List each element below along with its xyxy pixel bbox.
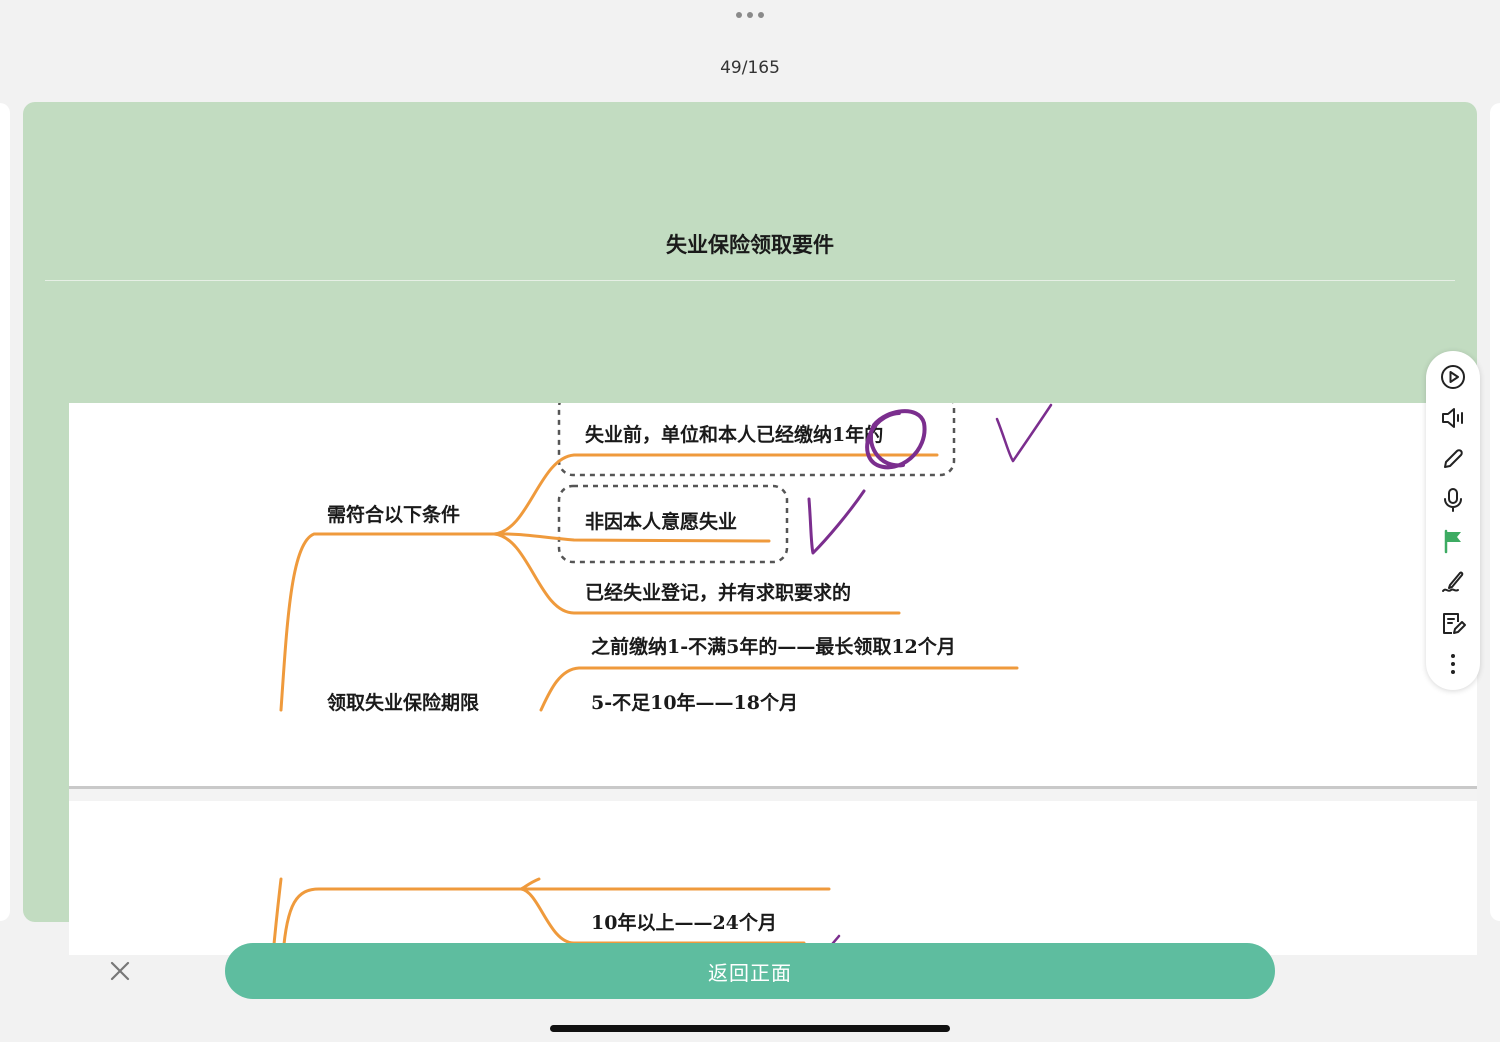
signature-icon[interactable]	[1439, 568, 1467, 596]
mindmap-image: 需符合以下条件 失业前，单位和本人已经缴纳1年的 非因本人意愿失业 已经失业登记…	[69, 403, 1477, 955]
home-indicator[interactable]	[550, 1025, 950, 1032]
previous-card-edge[interactable]	[0, 103, 10, 921]
branch-conditions-label: 需符合以下条件	[327, 503, 460, 526]
flag-icon[interactable]	[1439, 527, 1467, 555]
condition-1-text: 失业前，单位和本人已经缴纳1年的	[585, 423, 883, 446]
return-front-button[interactable]: 返回正面	[225, 943, 1275, 999]
branch-period-label: 领取失业保险期限	[327, 691, 479, 714]
more-options-icon[interactable]	[736, 11, 764, 19]
more-vertical-icon[interactable]	[1439, 650, 1467, 678]
period-2-text: 5-不足10年——18个月	[591, 691, 798, 714]
flashcard-back: 失业保险领取要件 需符合以下条件 失业前，单位和本人已经缴纳1年的 非因本人意愿…	[23, 102, 1477, 955]
play-icon[interactable]	[1439, 363, 1467, 391]
next-card-edge[interactable]	[1490, 103, 1500, 921]
side-toolbar	[1426, 351, 1480, 690]
condition-3-text: 已经失业登记，并有求职要求的	[585, 581, 851, 604]
page-counter: 49/165	[720, 58, 780, 78]
microphone-icon[interactable]	[1439, 486, 1467, 514]
card-divider	[45, 280, 1455, 281]
note-edit-icon[interactable]	[1439, 609, 1467, 637]
period-1-text: 之前缴纳1-不满5年的——最长领取12个月	[591, 635, 956, 658]
condition-2-text: 非因本人意愿失业	[585, 510, 737, 533]
close-icon[interactable]	[104, 955, 136, 987]
pencil-icon[interactable]	[1439, 445, 1467, 473]
speaker-icon[interactable]	[1439, 404, 1467, 432]
period-3-text: 10年以上——24个月	[591, 911, 777, 934]
card-title: 失业保险领取要件	[666, 233, 834, 257]
